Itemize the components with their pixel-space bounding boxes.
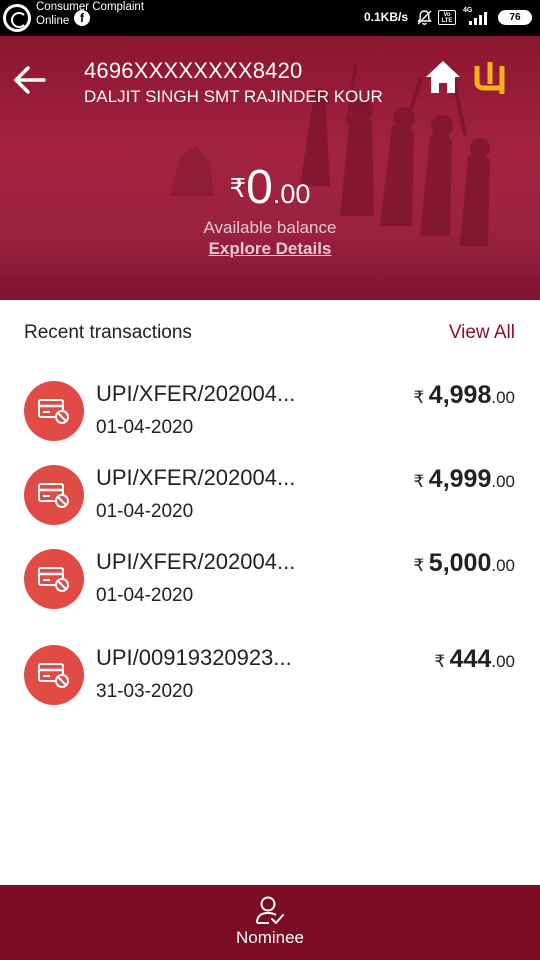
amount-whole: 4,999: [428, 465, 492, 493]
amount-decimal: .00: [491, 472, 515, 491]
transaction-description: UPI/00919320923...: [96, 645, 292, 670]
notification-title: Consumer Complaint: [36, 1, 145, 13]
balance-decimal: .00: [272, 179, 311, 209]
notification-subtitle: Online: [36, 15, 70, 27]
account-number: 4696XXXXXXXX8420: [84, 58, 303, 83]
signal-icon: [469, 12, 487, 25]
volte-icon: Vo LTE: [438, 10, 456, 25]
transaction-card-icon: [24, 465, 84, 525]
app-notification-icon: [3, 4, 31, 32]
transaction-row[interactable]: UPI/XFER/202004... 01-04-2020 ₹ 5,000.00: [0, 549, 540, 619]
transaction-amount: ₹ 444.00: [434, 645, 515, 674]
nominee-button[interactable]: Nominee: [220, 895, 320, 955]
back-arrow-icon[interactable]: [10, 60, 50, 100]
facebook-icon: f: [74, 10, 90, 26]
nominee-icon: [256, 896, 284, 924]
transaction-amount: ₹ 4,998.00: [414, 381, 515, 410]
status-bar: Consumer Complaint Online f 0.1KB/s Vo L…: [0, 0, 540, 36]
bank-logo-icon: [474, 62, 505, 94]
amount-decimal: .00: [491, 652, 515, 671]
transaction-amount: ₹ 5,000.00: [414, 549, 515, 578]
amount-decimal: .00: [491, 556, 515, 575]
transaction-date: 31-03-2020: [96, 681, 194, 702]
transaction-description: UPI/XFER/202004...: [96, 465, 296, 490]
amount-currency: ₹: [413, 388, 425, 407]
transaction-card-icon: [24, 645, 84, 705]
amount-whole: 444: [449, 645, 492, 673]
explore-details-link[interactable]: Explore Details: [0, 239, 540, 259]
battery-icon: 76: [498, 10, 532, 25]
transaction-amount: ₹ 4,999.00: [414, 465, 515, 494]
available-balance-amount: ₹0.00: [0, 160, 540, 215]
account-holder-name: DALJIT SINGH SMT RAJINDER KOUR: [84, 87, 383, 106]
amount-currency: ₹: [413, 472, 425, 491]
amount-whole: 4,998: [428, 381, 492, 409]
transaction-card-icon: [24, 381, 84, 441]
transaction-date: 01-04-2020: [96, 585, 194, 606]
transaction-row[interactable]: UPI/00919320923... 31-03-2020 ₹ 444.00: [0, 645, 540, 715]
amount-currency: ₹: [434, 652, 446, 671]
balance-currency: ₹: [229, 173, 247, 203]
amount-whole: 5,000: [428, 549, 492, 577]
balance-whole: 0: [246, 161, 273, 214]
amount-currency: ₹: [413, 556, 425, 575]
home-icon[interactable]: [424, 58, 462, 96]
nominee-label: Nominee: [235, 928, 305, 947]
account-header: 4696XXXXXXXX8420 DALJIT SINGH SMT RAJIND…: [0, 36, 540, 300]
transaction-row[interactable]: UPI/XFER/202004... 01-04-2020 ₹ 4,998.00: [0, 381, 540, 451]
network-speed: 0.1KB/s: [364, 10, 409, 24]
transaction-date: 01-04-2020: [96, 417, 194, 438]
bottom-nav-bar: Nominee: [0, 885, 540, 960]
bell-muted-icon: [417, 10, 432, 25]
transaction-row[interactable]: UPI/XFER/202004... 01-04-2020 ₹ 4,999.00: [0, 465, 540, 535]
transaction-description: UPI/XFER/202004...: [96, 549, 296, 574]
recent-transactions-title: Recent transactions: [24, 322, 192, 343]
available-balance-label: Available balance: [203, 218, 337, 237]
view-all-link[interactable]: View All: [449, 322, 515, 344]
transaction-description: UPI/XFER/202004...: [96, 381, 296, 406]
transaction-card-icon: [24, 549, 84, 609]
amount-decimal: .00: [491, 388, 515, 407]
transaction-date: 01-04-2020: [96, 501, 194, 522]
